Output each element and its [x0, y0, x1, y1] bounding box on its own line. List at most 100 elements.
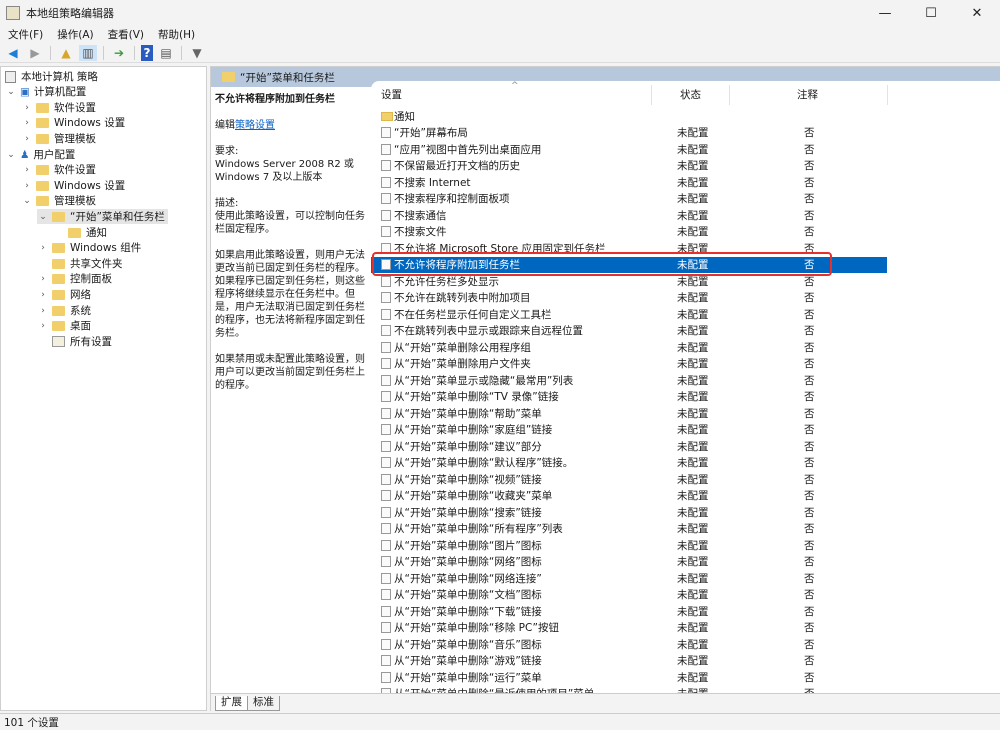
setting-name: 从“开始”菜单中删除“移除 PC”按钮	[394, 622, 559, 635]
tree-item[interactable]: › Windows 设置	[21, 115, 125, 130]
tree-item[interactable]: › 网络	[37, 287, 91, 302]
tree-item[interactable]: ⌄ 管理模板	[21, 193, 96, 208]
setting-comment: 否	[804, 490, 815, 503]
menu-action[interactable]: 操作(A)	[57, 27, 93, 42]
list-item[interactable]: 从“开始”菜单删除用户文件夹 未配置 否	[371, 356, 887, 373]
list-item[interactable]: 不搜索通信 未配置 否	[371, 207, 887, 224]
minimize-button[interactable]: —	[862, 0, 908, 26]
back-icon[interactable]: ◀	[4, 45, 22, 61]
tree-item[interactable]: › Windows 设置	[21, 178, 125, 193]
list-item[interactable]: 从“开始”菜单中删除“音乐”图标 未配置 否	[371, 636, 887, 653]
tree-item[interactable]: 通知	[53, 225, 107, 240]
tree-computer-config[interactable]: ⌄ ▣ 计算机配置	[5, 84, 86, 99]
column-header-comment[interactable]: 注释	[797, 87, 818, 102]
setting-name: 从“开始”菜单中删除“文档”图标	[394, 589, 542, 602]
setting-name: 不搜索文件	[394, 226, 447, 239]
tree-item[interactable]: › 软件设置	[21, 100, 96, 115]
list-item[interactable]: 从“开始”菜单中删除“收藏夹”菜单 未配置 否	[371, 488, 887, 505]
list-folder-item[interactable]: 通知	[371, 108, 887, 125]
sort-arrow-icon: ^	[511, 81, 519, 91]
policy-setting-icon	[381, 655, 391, 667]
tab-extended[interactable]: 扩展	[215, 696, 248, 711]
help-icon[interactable]: ?	[141, 44, 153, 61]
up-folder-icon[interactable]: ▲	[57, 45, 75, 61]
list-item[interactable]: 从“开始”菜单中删除“建议”部分 未配置 否	[371, 438, 887, 455]
list-item[interactable]: 从“开始”菜单中删除“家庭组”链接 未配置 否	[371, 422, 887, 439]
setting-comment: 否	[804, 325, 815, 338]
list-item[interactable]: 从“开始”菜单显示或隐藏“最常用”列表 未配置 否	[371, 372, 887, 389]
export-icon[interactable]: ➔	[110, 45, 128, 61]
menu-bar: 文件(F) 操作(A) 查看(V) 帮助(H)	[0, 26, 1000, 42]
column-header-state[interactable]: 状态	[680, 87, 701, 102]
list-item[interactable]: 从“开始”菜单中删除“图片”图标 未配置 否	[371, 537, 887, 554]
tree-item[interactable]: › 桌面	[37, 318, 91, 333]
setting-state: 未配置	[677, 523, 709, 536]
setting-comment: 否	[804, 308, 815, 321]
list-item[interactable]: 从“开始”菜单中删除“网络”图标 未配置 否	[371, 554, 887, 571]
list-item[interactable]: “开始”屏幕布局 未配置 否	[371, 125, 887, 142]
list-item[interactable]: 不保留最近打开文档的历史 未配置 否	[371, 158, 887, 175]
maximize-button[interactable]: ☐	[908, 0, 954, 26]
tree-root[interactable]: 本地计算机 策略	[5, 69, 98, 84]
setting-name: 从“开始”菜单中删除“所有程序”列表	[394, 523, 563, 536]
list-item[interactable]: 从“开始”菜单中删除“帮助”菜单 未配置 否	[371, 405, 887, 422]
policy-setting-icon	[381, 275, 391, 287]
properties-icon[interactable]: ▤	[157, 45, 175, 61]
menu-file[interactable]: 文件(F)	[8, 27, 43, 42]
setting-comment: 否	[804, 506, 815, 519]
setting-state: 未配置	[677, 143, 709, 156]
list-item[interactable]: 从“开始”菜单中删除“移除 PC”按钮 未配置 否	[371, 620, 887, 637]
setting-comment: 否	[804, 275, 815, 288]
list-item[interactable]: 不在任务栏显示任何自定义工具栏 未配置 否	[371, 306, 887, 323]
list-item[interactable]: 从“开始”菜单中删除“视频”链接 未配置 否	[371, 471, 887, 488]
setting-name: 从“开始”菜单中删除“网络”图标	[394, 556, 542, 569]
list-item[interactable]: 从“开始”菜单中删除“默认程序”链接。 未配置 否	[371, 455, 887, 472]
tree-item[interactable]: › 控制面板	[37, 271, 112, 286]
policy-setting-icon	[381, 457, 391, 469]
list-item[interactable]: 不允许在跳转列表中附加项目 未配置 否	[371, 290, 887, 307]
list-item[interactable]: 不搜索程序和控制面板项 未配置 否	[371, 191, 887, 208]
setting-state: 未配置	[677, 176, 709, 189]
tree-item[interactable]: 共享文件夹	[37, 256, 123, 271]
setting-name: 从“开始”菜单中删除“搜索”链接	[394, 506, 542, 519]
tree-user-config[interactable]: ⌄ ♟ 用户配置	[5, 147, 75, 162]
menu-view[interactable]: 查看(V)	[108, 27, 144, 42]
list-item[interactable]: 从“开始”菜单中删除“游戏”链接 未配置 否	[371, 653, 887, 670]
policy-setting-icon	[381, 193, 391, 205]
show-hide-tree-icon[interactable]: ▥	[79, 44, 97, 61]
forward-icon[interactable]: ▶	[26, 45, 44, 61]
list-item[interactable]: 从“开始”菜单中删除“网络连接” 未配置 否	[371, 570, 887, 587]
edit-policy-link[interactable]: 策略设置	[235, 120, 275, 131]
tree-item[interactable]: › 系统	[37, 303, 91, 318]
list-item[interactable]: 从“开始”菜单中删除“运行”菜单 未配置 否	[371, 669, 887, 686]
setting-comment: 否	[804, 358, 815, 371]
tree-item[interactable]: › 管理模板	[21, 131, 96, 146]
tree-item-all-settings[interactable]: 所有设置	[37, 334, 112, 349]
tree-item-start-menu[interactable]: ⌄ “开始”菜单和任务栏	[37, 209, 168, 224]
setting-comment: 否	[804, 440, 815, 453]
list-item[interactable]: 不在跳转列表中显示或跟踪来自远程位置 未配置 否	[371, 323, 887, 340]
list-item[interactable]: 从“开始”菜单中删除“TV 录像”链接 未配置 否	[371, 389, 887, 406]
list-item[interactable]: 从“开始”菜单中删除“下载”链接 未配置 否	[371, 603, 887, 620]
list-item[interactable]: 不搜索 Internet 未配置 否	[371, 174, 887, 191]
setting-state: 未配置	[677, 655, 709, 668]
list-item[interactable]: 从“开始”菜单中删除“文档”图标 未配置 否	[371, 587, 887, 604]
list-item[interactable]: 从“开始”菜单中删除“最近使用的项目”菜单 未配置 否	[371, 686, 887, 693]
tree-item[interactable]: › Windows 组件	[37, 240, 141, 255]
setting-comment: 否	[804, 226, 815, 239]
filter-icon[interactable]: ▼	[188, 45, 206, 61]
menu-help[interactable]: 帮助(H)	[158, 27, 195, 42]
list-item[interactable]: “应用”视图中首先列出桌面应用 未配置 否	[371, 141, 887, 158]
tab-standard[interactable]: 标准	[247, 696, 280, 711]
list-item[interactable]: 不搜索文件 未配置 否	[371, 224, 887, 241]
column-header-setting[interactable]: 设置	[381, 87, 402, 102]
setting-state: 未配置	[677, 506, 709, 519]
list-item[interactable]: 从“开始”菜单删除公用程序组 未配置 否	[371, 339, 887, 356]
list-item[interactable]: 从“开始”菜单中删除“所有程序”列表 未配置 否	[371, 521, 887, 538]
setting-comment: 否	[804, 292, 815, 305]
details-pane: “开始”菜单和任务栏 不允许将程序附加到任务栏 编辑策略设置 要求: Window…	[210, 66, 1000, 711]
folder-icon	[36, 117, 49, 128]
close-button[interactable]: ✕	[954, 0, 1000, 26]
list-item[interactable]: 从“开始”菜单中删除“搜索”链接 未配置 否	[371, 504, 887, 521]
tree-item[interactable]: › 软件设置	[21, 162, 96, 177]
